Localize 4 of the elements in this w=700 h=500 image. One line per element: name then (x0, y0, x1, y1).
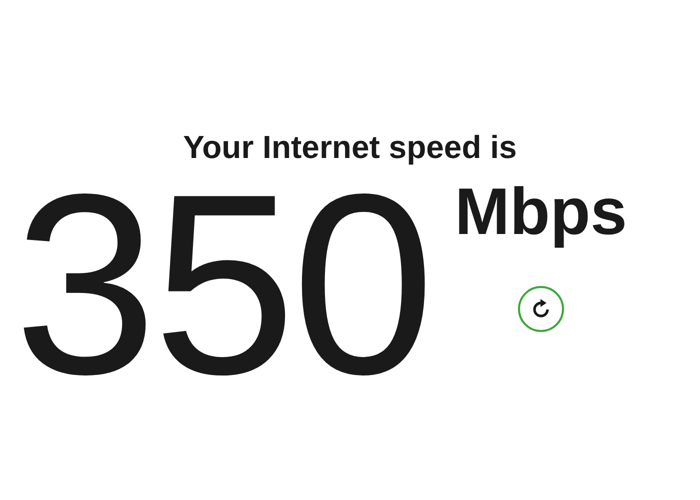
refresh-button[interactable] (518, 286, 564, 332)
speed-unit: Mbps (454, 173, 628, 249)
speed-value: 350 (14, 170, 431, 400)
speed-heading: Your Internet speed is (182, 128, 518, 166)
